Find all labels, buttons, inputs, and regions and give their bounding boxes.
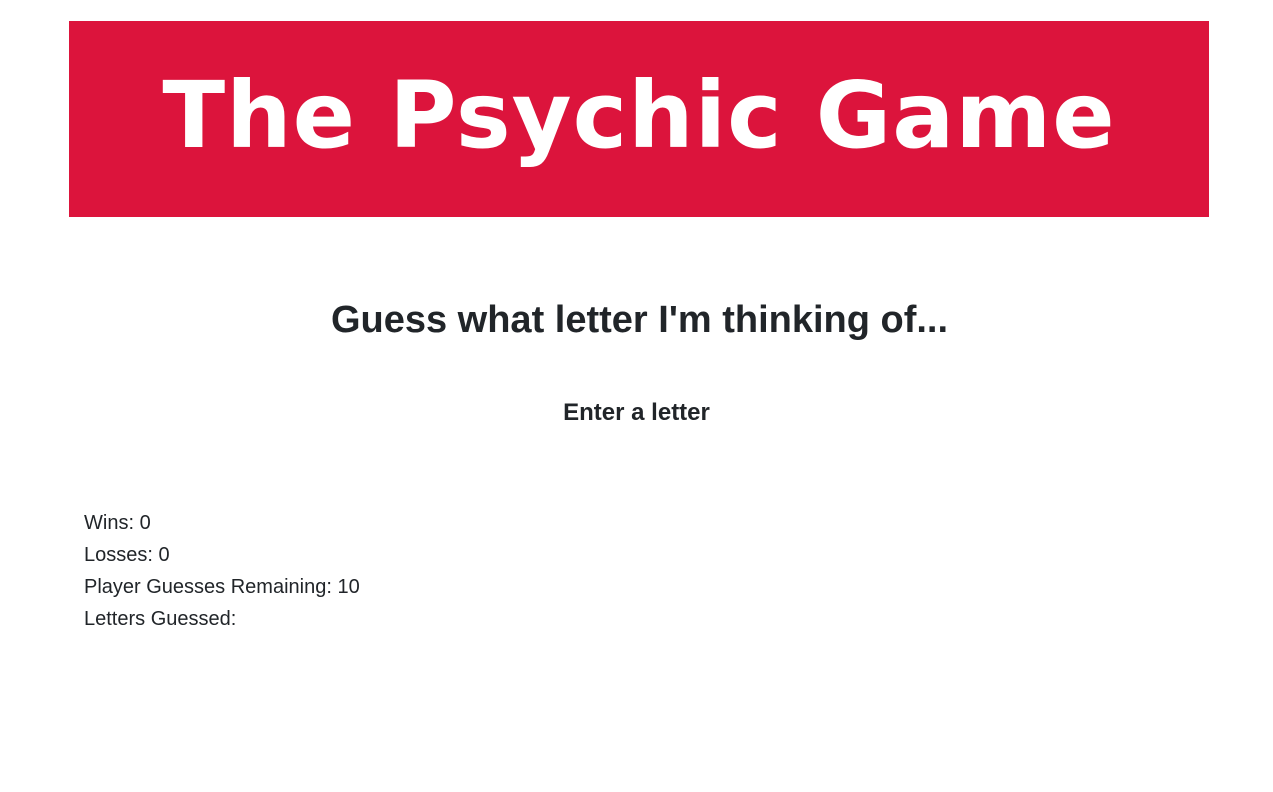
- game-title: The Psychic Game: [162, 62, 1116, 169]
- wins-value: 0: [139, 512, 151, 534]
- losses-label: Losses:: [84, 544, 153, 566]
- guesses-remaining-label: Player Guesses Remaining:: [84, 576, 332, 598]
- guesses-remaining-stat: Player Guesses Remaining: 10: [84, 571, 360, 603]
- losses-value: 0: [158, 544, 170, 566]
- instruction-text: Enter a letter: [563, 399, 710, 426]
- guesses-remaining-value: 10: [337, 576, 360, 598]
- letters-guessed-stat: Letters Guessed:: [84, 603, 360, 635]
- game-page: The Psychic Game Guess what letter I'm t…: [0, 0, 1273, 792]
- stats-panel: Wins: 0 Losses: 0 Player Guesses Remaini…: [84, 507, 360, 635]
- title-banner: The Psychic Game: [69, 21, 1209, 217]
- letters-guessed-label: Letters Guessed:: [84, 608, 237, 630]
- prompt-heading: Guess what letter I'm thinking of...: [330, 299, 949, 341]
- losses-stat: Losses: 0: [84, 539, 360, 571]
- wins-stat: Wins: 0: [84, 507, 360, 539]
- wins-label: Wins:: [84, 512, 134, 534]
